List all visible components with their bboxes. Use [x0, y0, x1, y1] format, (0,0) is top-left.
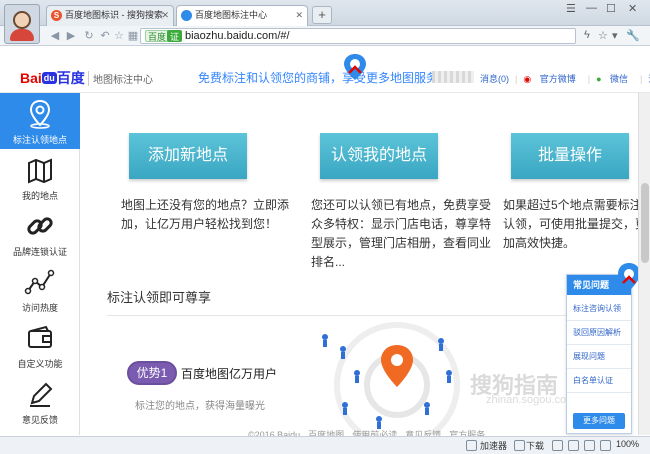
claim-my-place-desc: 您还可以认领已有地点，免费享受众多特权：显示门店电话，尊享特型展示，管理门店相册…: [311, 198, 492, 269]
tab-title: 百度地图标识 - 搜狗搜索: [65, 10, 163, 20]
baidu-map-pin-icon: [181, 10, 192, 21]
undo-icon[interactable]: ↶: [98, 29, 112, 43]
baidu-pin-logo-icon: [344, 54, 366, 80]
zoom-level[interactable]: 100%: [616, 439, 639, 449]
address-bar: ◀ ▶ ↻ ↶ ☆ ▦ 百度 证 biaozhu.baidu.com/#/ ϟ …: [0, 26, 650, 46]
batch-operation-desc: 如果超过5个地点需要标注认领，可使用批量提交，更加高效快捷。: [503, 198, 648, 250]
section-title: 标注认领即可尊享: [107, 290, 212, 305]
site-subtitle: 地图标注中心: [88, 71, 153, 86]
advantage-badge: 优势1: [127, 361, 177, 385]
baidu-logo[interactable]: Bai du 百度: [20, 68, 85, 88]
pen-icon: [30, 382, 53, 407]
advantage-title: 百度地图亿万用户: [181, 367, 278, 381]
tab-title: 百度地图标注中心: [195, 10, 268, 20]
tools-icon[interactable]: 🔧: [626, 29, 640, 42]
weibo-icon: ◉: [523, 74, 532, 84]
sogou-icon: S: [51, 10, 62, 21]
user-radar-illustration: [322, 322, 460, 435]
sidebar-item-my-places[interactable]: 我的地点: [0, 149, 80, 205]
grid-icon[interactable]: ▦: [126, 29, 140, 43]
wallet-icon: [28, 325, 52, 348]
batch-operation-button[interactable]: 批量操作: [511, 133, 629, 179]
verified-badge: 证: [167, 30, 183, 42]
sidebar-item-visit-heat[interactable]: 访问热度: [0, 261, 80, 317]
tab-sogou-search[interactable]: S 百度地图标识 - 搜狗搜索 ✕: [46, 5, 174, 26]
wechat-link[interactable]: ● 微信: [596, 74, 634, 84]
logo-baidu: 百度: [56, 70, 85, 86]
faq-more-button[interactable]: 更多问题: [573, 413, 625, 429]
sidebar-item-custom-function[interactable]: 自定义功能: [0, 317, 80, 373]
add-new-place-desc: 地图上还没有您的地点？立即添加，让亿万用户轻松找到您！: [121, 198, 290, 231]
map-icon: [28, 158, 52, 184]
left-sidebar: 标注认领地点 我的地点 品牌连锁认证 访问热度 自定义功能 意见反馈: [0, 93, 80, 435]
tab-close-icon[interactable]: ✕: [161, 6, 169, 25]
chain-link-icon: [27, 217, 53, 235]
location-pin-icon: [29, 99, 51, 129]
top-links: 消息(0)|◉ 官方微博|● 微信|退出: [480, 72, 650, 85]
sidebar-item-label: 品牌连锁认证: [12, 247, 67, 257]
sound-icon[interactable]: [568, 440, 579, 451]
site-header: Bai du 百度 地图标注中心 免费标注和认领您的商铺，享受更多地图服务 消息(0…: [0, 47, 650, 93]
claim-my-place-button[interactable]: 认领我的地点: [320, 133, 438, 179]
maximize-icon[interactable]: ☐: [606, 2, 616, 15]
tab-close-icon[interactable]: ✕: [295, 6, 303, 25]
avatar-face-icon: [13, 11, 31, 29]
trend-line-icon: [24, 269, 55, 295]
url-text: biaozhu.baidu.com/#/: [185, 30, 290, 42]
browser-status-bar: 加速器 下载 100%: [0, 436, 650, 454]
header-slogan: 免费标注和认领您的商铺，享受更多地图服务: [198, 71, 439, 85]
accelerator-button[interactable]: 加速器: [480, 439, 507, 452]
url-field[interactable]: 百度 证 biaozhu.baidu.com/#/: [140, 28, 576, 44]
sogou-watermark-url: zhinan.sogou.com: [486, 394, 576, 406]
back-icon[interactable]: ◀: [48, 29, 62, 43]
download-button[interactable]: 下载: [526, 439, 544, 452]
faq-item[interactable]: 标注咨询认领: [567, 297, 631, 321]
weibo-link[interactable]: ◉ 官方微博: [523, 74, 581, 84]
logo-du: du: [41, 72, 57, 84]
scrollbar-thumb[interactable]: [641, 183, 649, 263]
sidebar-item-label: 我的地点: [21, 191, 58, 201]
refresh-icon[interactable]: ↻: [82, 29, 96, 43]
sidebar-item-label: 访问热度: [21, 303, 58, 313]
sidebar-item-label: 自定义功能: [17, 359, 63, 369]
site-tag: 百度: [145, 30, 170, 42]
lightning-icon[interactable]: ϟ: [584, 29, 590, 41]
accelerator-icon[interactable]: [466, 440, 477, 451]
sidebar-item-feedback[interactable]: 意见反馈: [0, 373, 80, 429]
settings-icon[interactable]: [600, 440, 611, 451]
main-content: 添加新地点 地图上还没有您的地点？立即添加，让亿万用户轻松找到您！ 认领我的地点…: [81, 93, 650, 435]
menu-icon[interactable]: ☰: [566, 2, 576, 15]
sidebar-item-label: 标注认领地点: [12, 135, 67, 145]
star-icon[interactable]: ☆: [112, 29, 126, 43]
tab-baidu-map-center[interactable]: 百度地图标注中心 ✕: [176, 5, 308, 26]
vertical-scrollbar[interactable]: [638, 93, 650, 435]
forward-icon[interactable]: ▶: [64, 29, 78, 43]
dropdown-icon[interactable]: ▾: [612, 29, 618, 42]
new-tab-button[interactable]: +: [312, 6, 332, 24]
faq-item[interactable]: 白名单认证: [567, 369, 631, 393]
minimize-icon[interactable]: —: [586, 2, 597, 14]
wechat-icon: ●: [596, 74, 602, 84]
add-new-place-button[interactable]: 添加新地点: [129, 133, 247, 179]
advantage-subtitle: 标注您的地点，获得海量曝光: [135, 401, 265, 412]
close-window-icon[interactable]: ✕: [628, 2, 637, 15]
logo-bai: Bai: [20, 70, 42, 86]
window-icon[interactable]: [584, 440, 595, 451]
sidebar-item-mark-claim[interactable]: 标注认领地点: [0, 93, 80, 149]
bookmark-star-icon[interactable]: ☆: [598, 29, 608, 42]
username-blurred: [432, 71, 474, 83]
browser-tab-bar: S 百度地图标识 - 搜狗搜索 ✕ 百度地图标注中心 ✕ + ☰ — ☐ ✕: [0, 0, 650, 26]
faq-item[interactable]: 展现问题: [567, 345, 631, 369]
messages-link[interactable]: 消息(0): [480, 74, 509, 84]
faq-panel: 常见问题 标注咨询认领 驳回原因解析 展现问题 白名单认证 更多问题: [566, 274, 632, 434]
sidebar-item-brand-chain[interactable]: 品牌连锁认证: [0, 205, 80, 261]
screenshot-icon[interactable]: [552, 440, 563, 451]
avatar-body-icon: [10, 29, 34, 41]
sidebar-item-label: 意见反馈: [21, 415, 58, 425]
faq-item[interactable]: 驳回原因解析: [567, 321, 631, 345]
user-avatar[interactable]: [4, 4, 40, 44]
download-icon[interactable]: [514, 440, 525, 451]
